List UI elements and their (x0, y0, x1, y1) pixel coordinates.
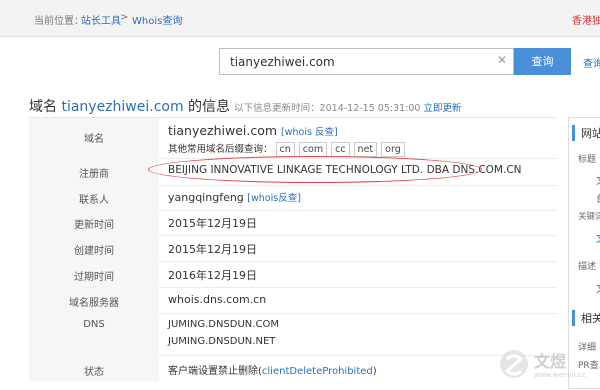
search-input-value: tianyezhiwei.com (230, 55, 335, 69)
suffix-cc-button[interactable]: cc (331, 142, 350, 157)
dns-value-2: JUMING.DNSDUN.NET (168, 336, 276, 347)
sidebar-section-2: 相关 (581, 312, 600, 325)
row-label: 域名服务器 (69, 298, 119, 309)
suffix-prompt: 其他常用域名后缀查询： (168, 144, 273, 155)
sidebar-label-title: 标题 (578, 155, 597, 165)
row-label: 域名 (84, 134, 104, 145)
suffix-org-button[interactable]: org (381, 142, 405, 157)
table-row: 过期时间 2016年12月19日 (29, 261, 556, 288)
contact-value: yangqingfeng (168, 191, 244, 204)
row-label: 创建时间 (74, 246, 114, 257)
status-prefix: 客户端设置禁止删除( (168, 366, 262, 377)
row-label: 状态 (84, 367, 104, 378)
suffix-net-button[interactable]: net (353, 142, 378, 157)
status-suffix: ) (372, 366, 377, 377)
table-row: 域名 tianyezhiwei.com [whois 反查] 其他常用域名后缀查… (29, 118, 556, 159)
domain-whois-link[interactable]: [whois 反查] (281, 127, 338, 138)
sidebar-label-desc: 描述 (578, 262, 597, 272)
alt-search-link[interactable]: 查询 (583, 55, 600, 70)
table-row: 状态 客户端设置禁止删除(clientDeleteProhibited) (29, 355, 556, 381)
breadcrumb-prefix: 当前位置： (34, 16, 84, 27)
updated-value: 2015年12月19日 (168, 217, 257, 230)
sidebar-text: 台 (596, 190, 600, 205)
annotation-ellipse (148, 156, 482, 183)
suffix-com-button[interactable]: com (298, 142, 328, 157)
sidebar-label-keywords: 关键词 (578, 212, 600, 222)
breadcrumb-separator: > (120, 12, 129, 23)
table-row: 联系人 yangqingfeng [whois反查] (29, 185, 556, 211)
section-marker (572, 125, 575, 141)
contact-whois-link[interactable]: [whois反查] (247, 193, 301, 204)
status-code-link[interactable]: clientDeleteProhibited (262, 366, 373, 377)
whois-server-value: whois.dns.com.cn (168, 293, 267, 306)
watermark-brand: 文煜 (534, 352, 567, 371)
row-label: DNS (83, 319, 105, 330)
title-domain: tianyezhiwei.com (61, 99, 184, 115)
row-label: 更新时间 (74, 220, 114, 231)
page-title: 域名 tianyezhiwei.com 的信息 以下信息更新时间：2014-12-… (29, 96, 462, 116)
title-suffix: 的信息 (183, 99, 231, 115)
refresh-link[interactable]: 立即更新 (424, 103, 462, 114)
sidebar-title: 网站 (581, 127, 600, 140)
clear-icon[interactable]: ✕ (497, 53, 507, 67)
title-prefix: 域名 (29, 99, 62, 115)
whois-table: 域名 tianyezhiwei.com [whois 反查] 其他常用域名后缀查… (29, 117, 556, 381)
table-row: 创建时间 2015年12月19日 (29, 235, 556, 262)
row-label: 联系人 (79, 195, 109, 206)
table-row: DNS JUMING.DNSDUN.COM JUMING.DNSDUN.NET (29, 313, 556, 356)
promo-link[interactable]: 香港独 (572, 12, 600, 27)
domain-value: tianyezhiwei.com (168, 123, 278, 138)
watermark-url: www.wenyu.cc (534, 371, 586, 379)
breadcrumb-bar: 当前位置： 站长工具 > Whois查询 香港独 (0, 0, 600, 37)
sidebar-text: 文 (596, 230, 600, 245)
suffix-cn-button[interactable]: cn (275, 142, 295, 157)
dns-value-1: JUMING.DNSDUN.COM (168, 319, 279, 330)
breadcrumb-current[interactable]: Whois查询 (132, 12, 182, 27)
expires-value: 2016年12月19日 (168, 269, 257, 282)
table-row: 域名服务器 whois.dns.com.cn (29, 287, 556, 314)
section-marker (572, 310, 575, 326)
breadcrumb-home-link[interactable]: 站长工具 (81, 12, 121, 27)
sidebar-text: 文 (596, 172, 600, 187)
table-row: 更新时间 2015年12月19日 (29, 210, 556, 236)
domain-search-input[interactable]: tianyezhiwei.com ✕ (219, 48, 514, 75)
row-label: 注册商 (79, 169, 109, 180)
search-button[interactable]: 查询 (514, 48, 571, 75)
row-label: 过期时间 (74, 272, 114, 283)
watermark: 文煜 www.wenyu.cc (494, 343, 600, 387)
updated-time-text: 以下信息更新时间：2014-12-15 05:31:00 (234, 103, 421, 114)
created-value: 2015年12月19日 (168, 243, 257, 256)
sidebar-text: 文 (596, 280, 600, 295)
